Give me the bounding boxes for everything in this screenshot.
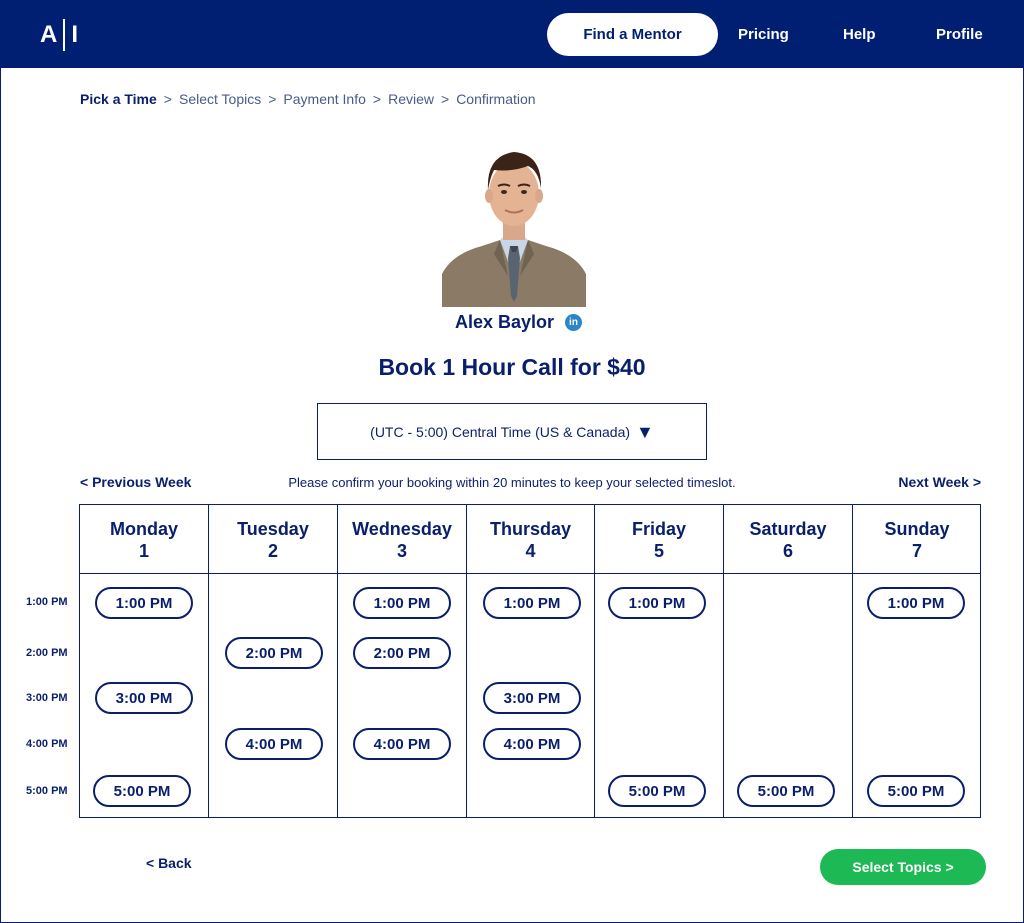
timezone-select[interactable]: (UTC - 5:00) Central Time (US & Canada) …: [317, 403, 707, 460]
breadcrumb-separator: >: [163, 91, 172, 107]
linkedin-icon[interactable]: in: [565, 314, 582, 331]
timeslot-button[interactable]: 3:00 PM: [95, 682, 193, 714]
day-date: 1: [138, 541, 149, 561]
timeslot-button[interactable]: 2:00 PM: [353, 637, 451, 669]
mentor-portrait-illustration: [442, 146, 586, 307]
day-name: Sunday: [884, 519, 950, 539]
timeslot-button[interactable]: 1:00 PM: [95, 587, 193, 619]
nav-profile-link[interactable]: Profile: [936, 26, 983, 43]
nav-help-link[interactable]: Help: [843, 26, 876, 43]
timeslot-button[interactable]: 1:00 PM: [608, 587, 706, 619]
day-column-saturday: Saturday 6 5:00 PM: [724, 505, 853, 817]
timeslot-button[interactable]: 2:00 PM: [225, 637, 323, 669]
top-navigation-bar: A I Find a Mentor Pricing Help Profile: [0, 0, 1024, 68]
back-button[interactable]: < Back: [146, 855, 192, 871]
breadcrumb-review[interactable]: Review: [388, 91, 434, 107]
day-column-sunday: Sunday 7 1:00 PM 5:00 PM: [853, 505, 981, 817]
day-column-thursday: Thursday 4 1:00 PM 3:00 PM 4:00 PM: [467, 505, 595, 817]
mentor-name: Alex Baylor: [455, 312, 555, 332]
time-label-3pm: 3:00 PM: [26, 692, 68, 704]
day-name: Monday: [109, 519, 178, 539]
breadcrumb-separator: >: [268, 91, 277, 107]
breadcrumb: Pick a Time > Select Topics > Payment In…: [80, 91, 536, 107]
time-label-5pm: 5:00 PM: [26, 785, 68, 797]
day-name: Saturday: [749, 519, 827, 539]
day-name: Wednesday: [352, 519, 452, 539]
breadcrumb-separator: >: [372, 91, 382, 107]
day-date: 7: [911, 541, 922, 561]
breadcrumb-separator: >: [441, 91, 450, 107]
day-header: Saturday 6: [724, 505, 852, 574]
mentor-photo: [442, 146, 586, 307]
next-week-link[interactable]: Next Week >: [898, 474, 981, 490]
day-name: Tuesday: [237, 519, 309, 539]
day-column-friday: Friday 5 1:00 PM 5:00 PM: [595, 505, 724, 817]
logo-letter-i: I: [71, 21, 79, 48]
time-label-1pm: 1:00 PM: [26, 596, 68, 608]
day-name: Thursday: [489, 519, 572, 539]
breadcrumb-pick-a-time[interactable]: Pick a Time: [80, 91, 157, 107]
logo[interactable]: A I: [40, 18, 78, 52]
day-column-wednesday: Wednesday 3 1:00 PM 2:00 PM 4:00 PM: [338, 505, 467, 817]
day-column-monday: Monday 1 1:00 PM 3:00 PM 5:00 PM: [80, 505, 209, 817]
breadcrumb-select-topics[interactable]: Select Topics: [179, 91, 261, 107]
day-header: Wednesday 3: [338, 505, 466, 574]
timeslot-button[interactable]: 5:00 PM: [608, 775, 706, 807]
day-date: 3: [396, 541, 407, 561]
logo-letter-a: A: [40, 21, 58, 48]
breadcrumb-confirmation[interactable]: Confirmation: [456, 91, 535, 107]
caret-down-icon: ▼: [636, 421, 654, 442]
day-date: 4: [525, 541, 536, 561]
breadcrumb-payment-info[interactable]: Payment Info: [283, 91, 366, 107]
timeslot-button[interactable]: 1:00 PM: [867, 587, 965, 619]
booking-title: Book 1 Hour Call for $40: [378, 354, 646, 380]
select-topics-button[interactable]: Select Topics >: [820, 849, 986, 885]
timeslot-button[interactable]: 4:00 PM: [483, 728, 581, 760]
timeslot-button[interactable]: 5:00 PM: [737, 775, 835, 807]
time-label-2pm: 2:00 PM: [26, 647, 68, 659]
timeslot-button[interactable]: 1:00 PM: [483, 587, 581, 619]
timeslot-button[interactable]: 4:00 PM: [225, 728, 323, 760]
day-date: 2: [267, 541, 278, 561]
timeslot-button[interactable]: 5:00 PM: [867, 775, 965, 807]
day-date: 6: [782, 541, 793, 561]
day-header: Monday 1: [80, 505, 208, 574]
weekly-calendar: Monday 1 1:00 PM 3:00 PM 5:00 PM Tuesday…: [79, 504, 981, 818]
day-column-tuesday: Tuesday 2 2:00 PM 4:00 PM: [209, 505, 338, 817]
day-header: Friday 5: [595, 505, 723, 574]
timezone-value: (UTC - 5:00) Central Time (US & Canada): [370, 423, 631, 440]
day-date: 5: [653, 541, 664, 561]
timeslot-button[interactable]: 3:00 PM: [483, 682, 581, 714]
nav-find-mentor-button[interactable]: Find a Mentor: [547, 13, 718, 56]
nav-pricing-link[interactable]: Pricing: [738, 26, 789, 43]
booking-notice: Please confirm your booking within 20 mi…: [288, 475, 736, 490]
time-label-4pm: 4:00 PM: [26, 738, 68, 750]
timeslot-button[interactable]: 5:00 PM: [93, 775, 191, 807]
day-name: Friday: [631, 519, 687, 539]
day-header: Sunday 7: [853, 505, 981, 574]
logo-divider: [63, 19, 66, 51]
timeslot-button[interactable]: 4:00 PM: [353, 728, 451, 760]
timeslot-button[interactable]: 1:00 PM: [353, 587, 451, 619]
day-header: Thursday 4: [467, 505, 594, 574]
day-header: Tuesday 2: [209, 505, 337, 574]
